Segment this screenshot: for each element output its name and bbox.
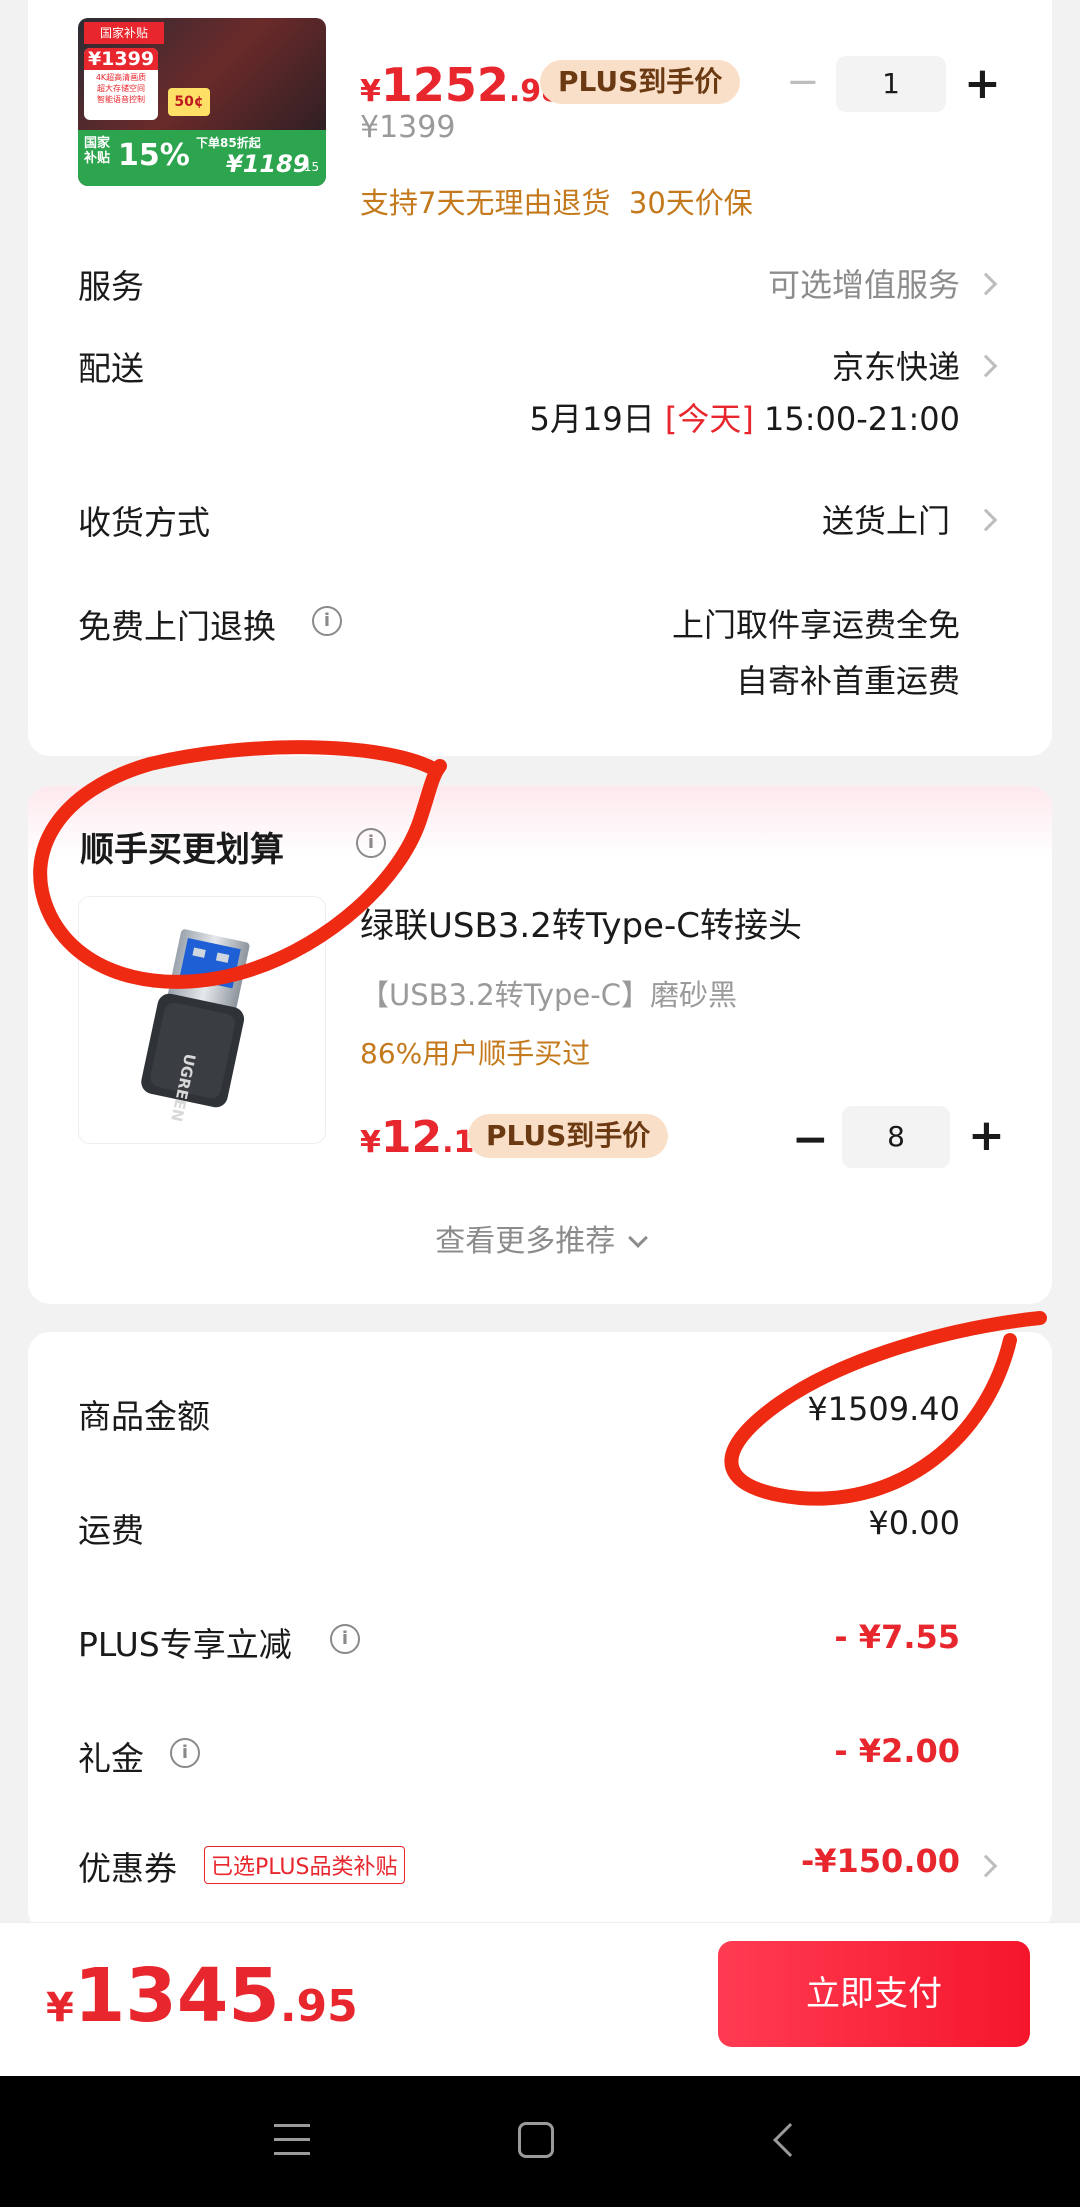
annotation-circle-addon-title [33, 740, 447, 989]
annotation-circle-goods-amount [724, 1311, 1047, 1506]
handdrawn-annotations [33, 740, 1047, 1506]
